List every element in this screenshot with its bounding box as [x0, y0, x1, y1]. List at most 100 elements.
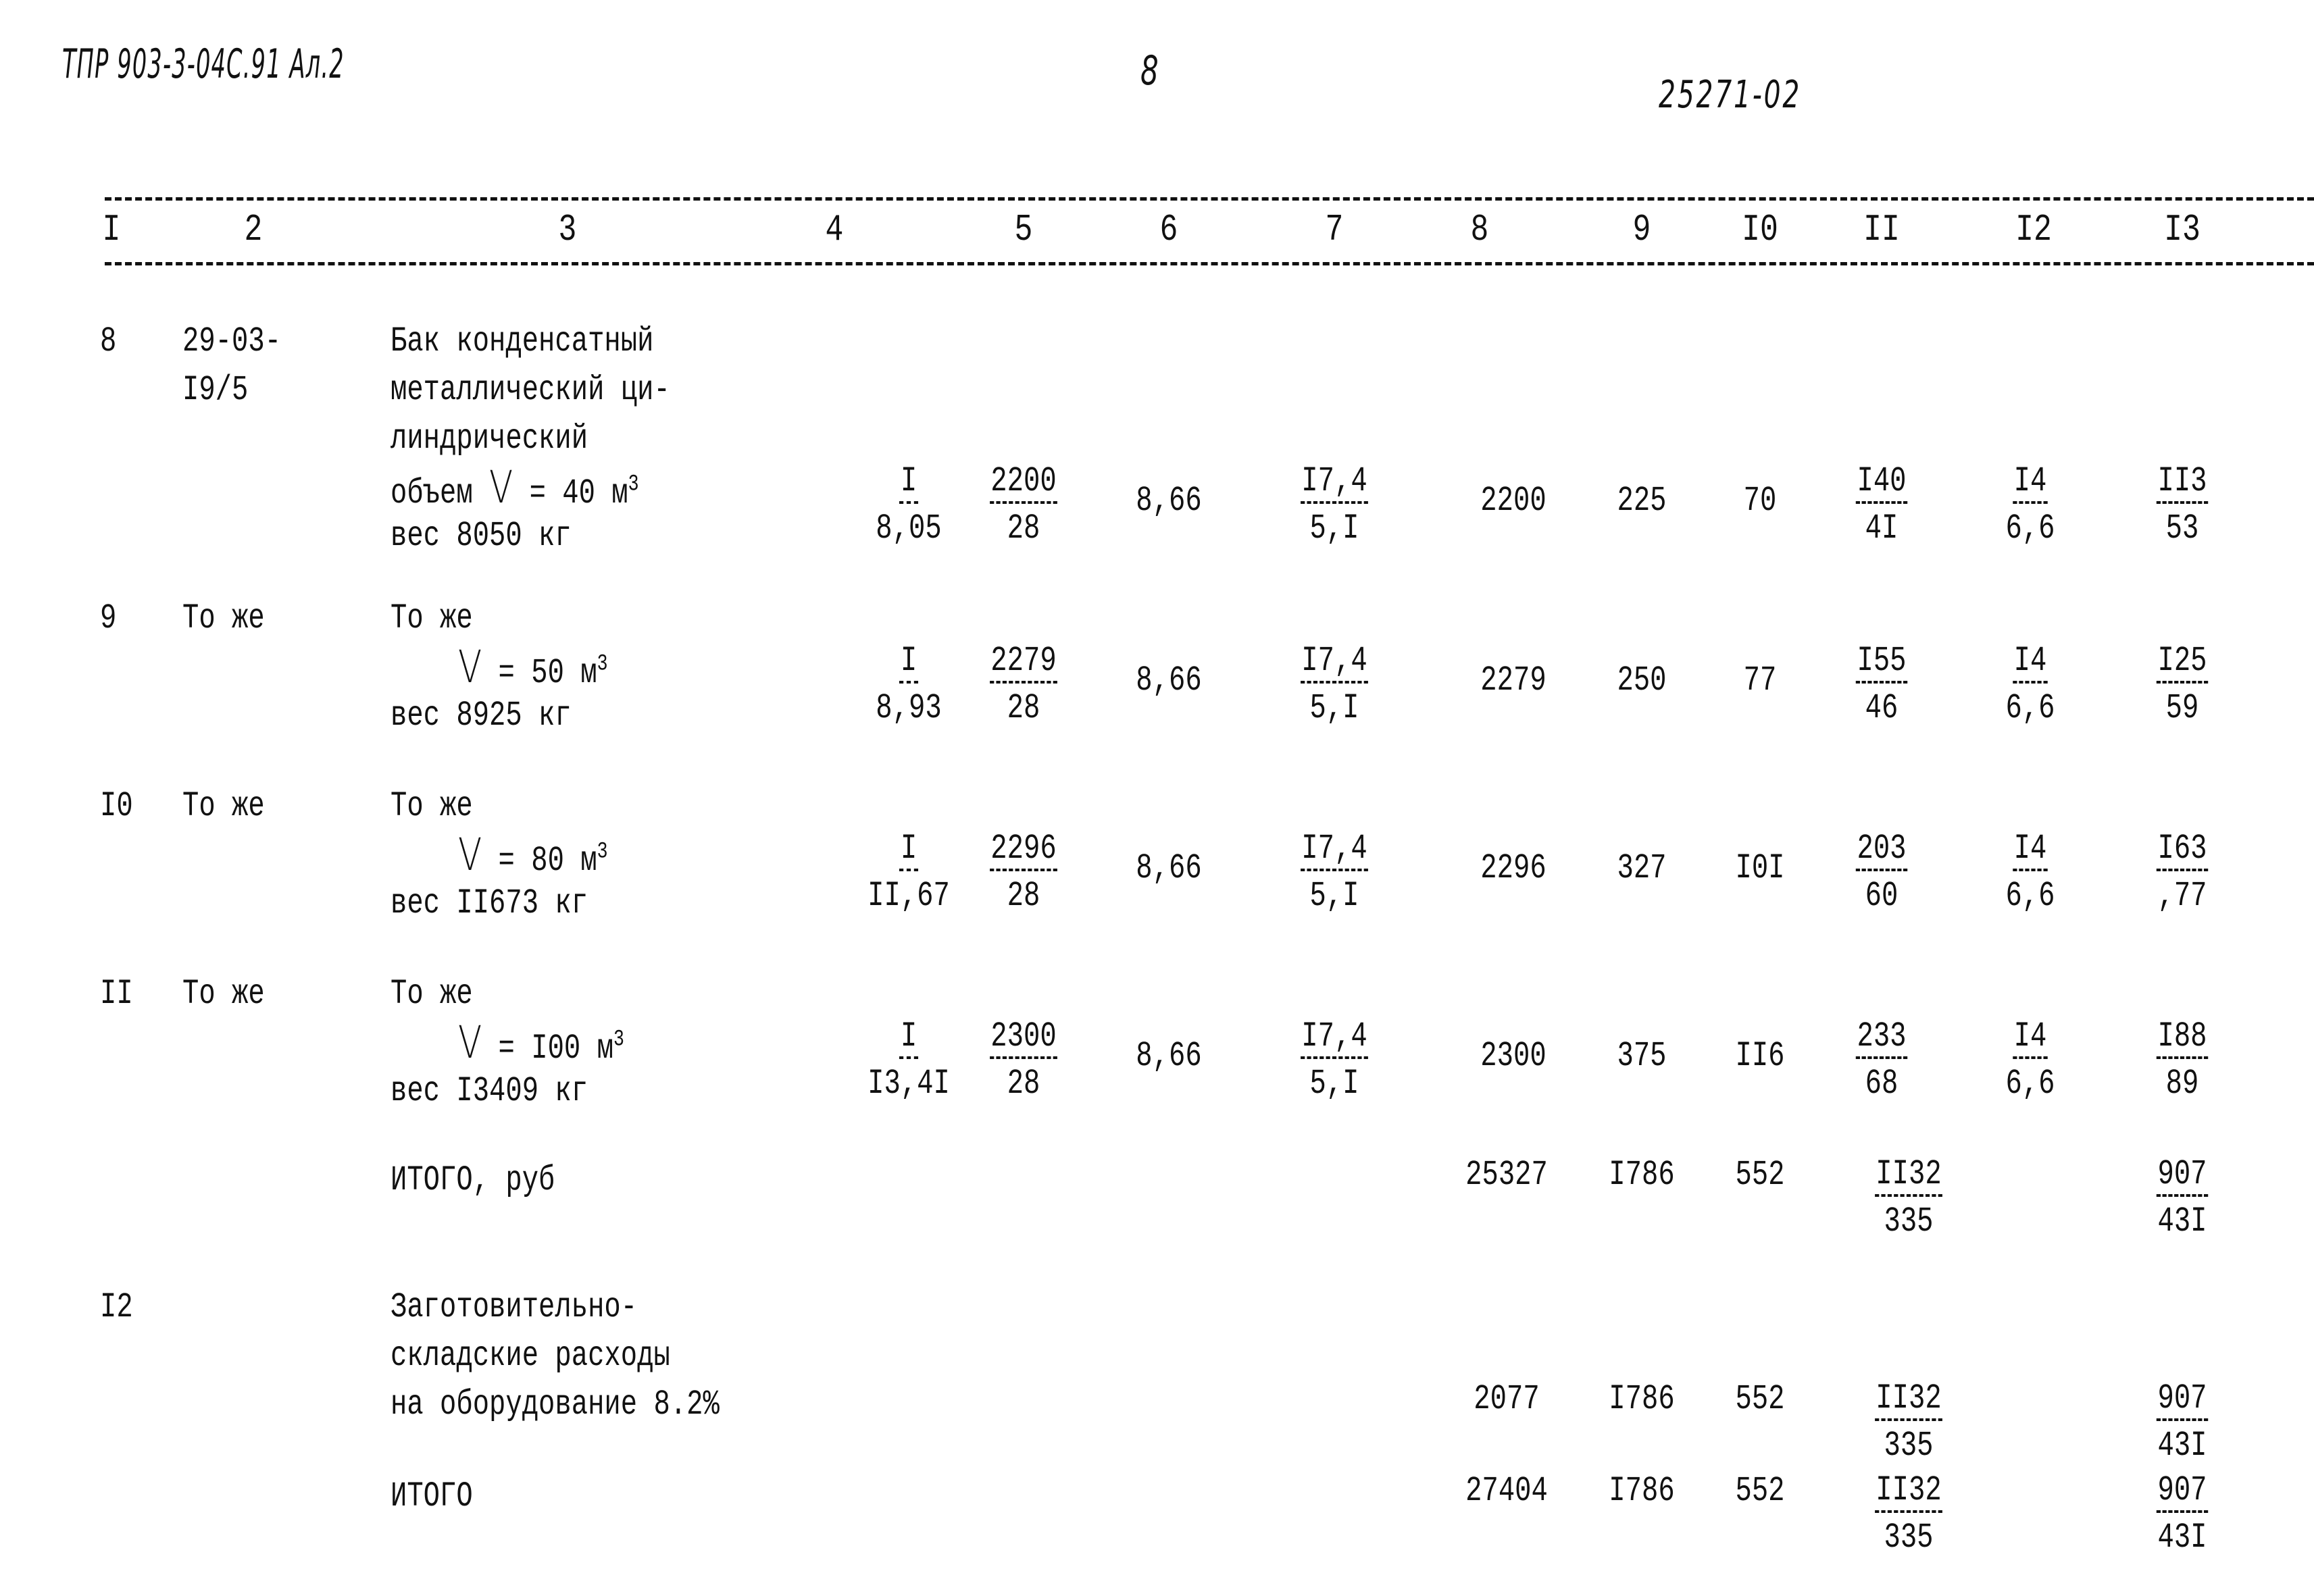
col8-value: 2200: [1480, 481, 1546, 521]
col7-value-numerator: I7,4: [1300, 461, 1369, 504]
col7-value-denominator: 5,I: [1309, 688, 1359, 728]
col4-value-numerator: I: [899, 641, 918, 684]
col13-value-denominator: ,77: [2157, 876, 2207, 916]
column-number: 7: [1325, 208, 1344, 251]
col11-value-numerator: 203: [1855, 829, 1908, 871]
col13-value-denominator: 53: [2165, 509, 2199, 548]
document-number: 25271-02: [1659, 73, 1802, 117]
col7-value: I7,4 5,I: [1267, 1013, 1402, 1108]
overhead-description: Заготовительно-: [391, 1287, 638, 1327]
col12-value-numerator: I4: [2013, 461, 2048, 504]
col5-value: 2296 28: [956, 825, 1091, 920]
col11-value-numerator: 233: [1855, 1016, 1908, 1059]
item-weight: вес I3409 кг: [391, 1071, 588, 1111]
col8-value: 2296: [1480, 848, 1546, 888]
item-description: металлический ци-: [391, 370, 670, 410]
col6-value: 8,66: [1136, 661, 1202, 700]
col13-value-denominator: 43I: [2157, 1202, 2207, 1241]
column-number: 3: [558, 208, 577, 251]
col4-value-denominator: I3,4I: [867, 1064, 950, 1104]
col13-value: 907 43I: [2115, 1375, 2250, 1470]
item-description: То же: [391, 786, 473, 826]
col9-value: 327: [1617, 848, 1667, 888]
col12-value-numerator: I4: [2013, 641, 2048, 684]
column-number: I: [102, 208, 121, 251]
col13-value-numerator: I25: [2156, 641, 2209, 684]
col13-value-numerator: 907: [2156, 1154, 2209, 1197]
col7-value-numerator: I7,4: [1300, 641, 1369, 684]
col11-value-numerator: II32: [1874, 1154, 1943, 1197]
col13-value-denominator: 43I: [2157, 1518, 2207, 1558]
header-bottom-rule: [105, 262, 2314, 265]
col11-value: II32 335: [1841, 1375, 1976, 1470]
col11-value-denominator: 4I: [1865, 509, 1898, 548]
col11-value: II32 335: [1841, 1151, 1976, 1245]
subtotal-label: ИТОГО, руб: [391, 1160, 555, 1200]
col11-value-denominator: 335: [1884, 1426, 1934, 1466]
col4-value-denominator: 8,05: [876, 509, 942, 548]
item-description: То же: [391, 974, 473, 1014]
col12-value: I4 6,6: [1963, 458, 2098, 552]
column-number: I3: [2164, 208, 2200, 251]
col8-value: 2077: [1474, 1379, 1540, 1419]
col7-value: I7,4 5,I: [1267, 825, 1402, 920]
col9-value: I786: [1609, 1155, 1675, 1195]
col5-value-numerator: 2296: [989, 829, 1058, 871]
col13-value: II3 53: [2115, 458, 2250, 552]
column-number: I2: [2015, 208, 2052, 251]
item-description: Бак конденсатный: [391, 321, 654, 361]
col13-value: 907 43I: [2115, 1151, 2250, 1245]
header-top-rule: [105, 197, 2314, 201]
col13-value-numerator: 907: [2156, 1470, 2209, 1513]
item-description: линдрический: [391, 419, 588, 459]
volume-value: = 40 м: [513, 473, 628, 513]
item-weight: вес 8050 кг: [391, 516, 572, 556]
row-number: I0: [100, 786, 133, 826]
row-number: 9: [100, 598, 117, 638]
col10-value: 70: [1743, 481, 1777, 521]
col8-value: 27404: [1465, 1471, 1548, 1511]
col5-value: 2279 28: [956, 638, 1091, 732]
col8-value: 25327: [1465, 1155, 1548, 1195]
col5-value-denominator: 28: [1007, 509, 1040, 548]
item-code: То же: [182, 598, 265, 638]
volume-exponent: 3: [613, 1027, 624, 1053]
col11-value-numerator: I40: [1855, 461, 1908, 504]
col7-value-numerator: I7,4: [1300, 1016, 1369, 1059]
col11-value: I40 4I: [1814, 458, 1949, 552]
col12-value-numerator: I4: [2013, 1016, 2048, 1059]
col13-value-numerator: I63: [2156, 829, 2209, 871]
col9-value: 250: [1617, 661, 1667, 700]
volume-exponent: 3: [597, 651, 608, 677]
column-number: 5: [1014, 208, 1033, 251]
col7-value: I7,4 5,I: [1267, 638, 1402, 732]
col12-value-denominator: 6,6: [2005, 509, 2055, 548]
col7-value-denominator: 5,I: [1309, 509, 1359, 548]
col9-value: I786: [1609, 1379, 1675, 1419]
col13-value: I25 59: [2115, 638, 2250, 732]
volume-symbol: V: [489, 461, 513, 513]
col5-value-denominator: 28: [1007, 876, 1040, 916]
col11-value-numerator: I55: [1855, 641, 1908, 684]
col12-value-denominator: 6,6: [2005, 1064, 2055, 1104]
item-description: То же: [391, 598, 473, 638]
col10-value: 77: [1743, 661, 1777, 700]
col11-value-denominator: 68: [1865, 1064, 1898, 1104]
col7-value-numerator: I7,4: [1300, 829, 1369, 871]
item-code: 29-03-: [182, 321, 282, 361]
page-number: 8: [1140, 47, 1159, 95]
col11-value: 233 68: [1814, 1013, 1949, 1108]
item-weight: вес II673 кг: [391, 883, 588, 923]
document-code: ТПР 903-3-04С.91 Ал.2: [62, 41, 345, 88]
col13-value-denominator: 59: [2165, 688, 2199, 728]
volume-exponent: 3: [628, 471, 639, 498]
column-number: 6: [1159, 208, 1178, 251]
col11-value-denominator: 335: [1884, 1202, 1934, 1241]
volume-exponent: 3: [597, 839, 608, 865]
col8-value: 2279: [1480, 661, 1546, 700]
col13-value: 907 43I: [2115, 1467, 2250, 1562]
col13-value: I63,77: [2115, 825, 2250, 920]
col12-value: I4 6,6: [1963, 825, 2098, 920]
col5-value: 2300 28: [956, 1013, 1091, 1108]
col12-value-numerator: I4: [2013, 829, 2048, 871]
